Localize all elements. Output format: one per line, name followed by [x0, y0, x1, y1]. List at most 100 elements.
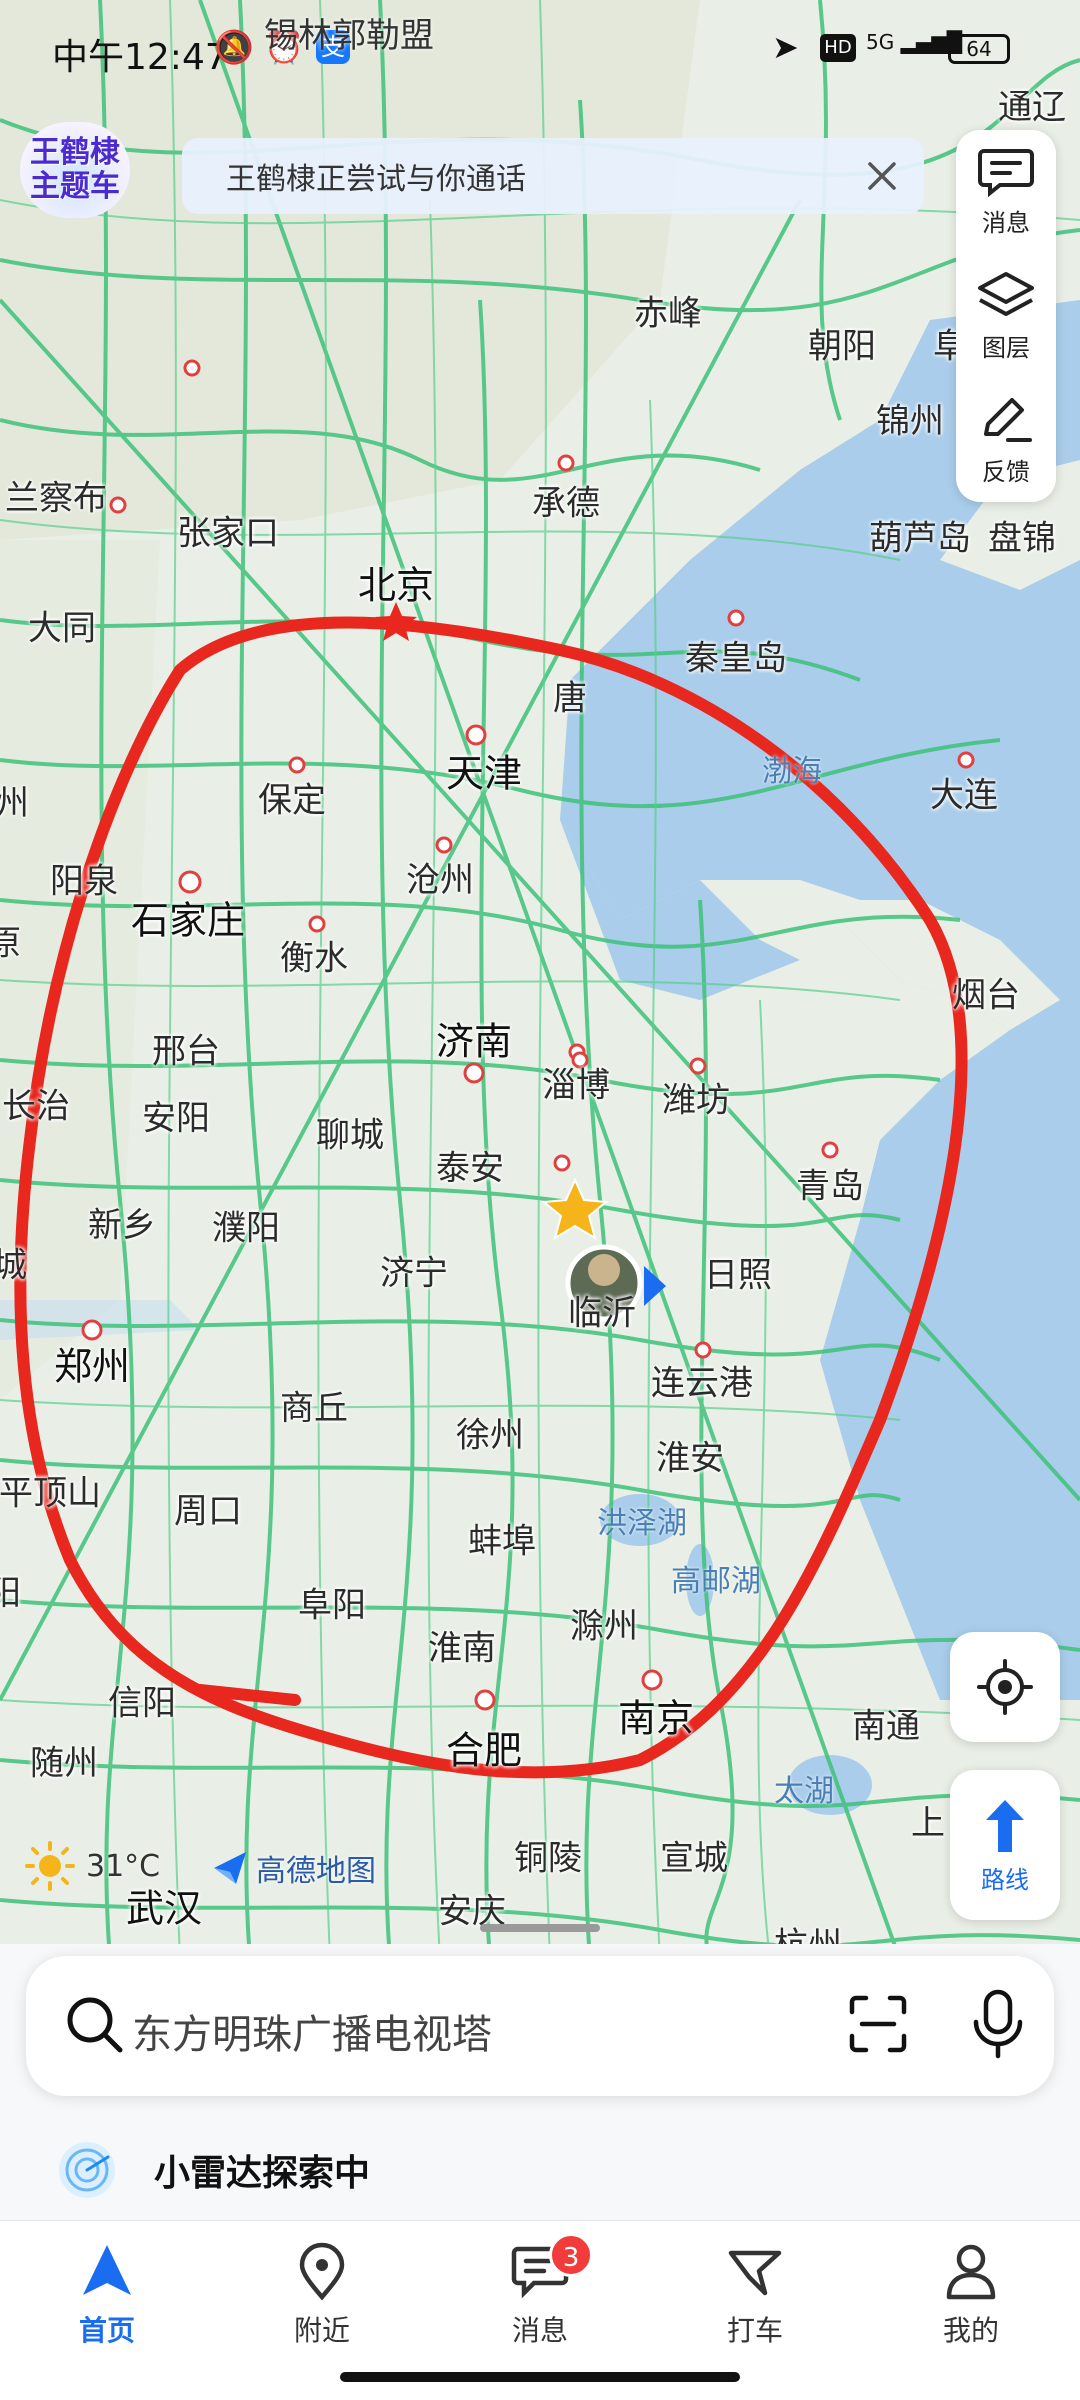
status-time: 中午12:47: [52, 37, 228, 78]
map-city-label[interactable]: 南京: [618, 1688, 694, 1743]
theme-car-badge[interactable]: 王鹤棣 主题车: [20, 122, 130, 218]
tab-home-label: 首页: [78, 2314, 135, 2347]
messages-tool-label: 消息: [982, 208, 1030, 237]
layers-icon: [978, 271, 1034, 316]
map-city-label[interactable]: 平顶山: [0, 1466, 101, 1515]
microphone-icon[interactable]: [970, 1988, 1026, 2060]
search-placeholder[interactable]: 东方明珠广播电视塔: [132, 2002, 492, 2060]
home-indicator[interactable]: [340, 2372, 740, 2382]
map-city-label[interactable]: 濮阳: [212, 1201, 280, 1250]
map-city-label[interactable]: 商丘: [280, 1381, 348, 1430]
map-city-label[interactable]: 济南: [436, 1011, 512, 1066]
tab-messages-label: 消息: [511, 2314, 568, 2347]
map-city-label[interactable]: 蚌埠: [468, 1514, 536, 1563]
map-city-label[interactable]: 上: [911, 1796, 945, 1845]
battery-icon: 64: [948, 34, 1010, 64]
map-city-label[interactable]: 保定: [258, 773, 326, 822]
map-city-label[interactable]: 长治: [2, 1079, 70, 1128]
tab-home[interactable]: 首页: [32, 2241, 182, 2361]
map-water-label: 洪泽湖: [597, 1506, 687, 1541]
close-icon[interactable]: [860, 154, 904, 198]
map-city-label[interactable]: 烟台: [952, 968, 1020, 1017]
navigation-arrow-icon: [83, 2245, 131, 2295]
map-city-label[interactable]: 合肥: [446, 1720, 522, 1775]
map-city-label[interactable]: 邢台: [152, 1024, 220, 1073]
feedback-tool-label: 反馈: [982, 457, 1030, 486]
map-city-label[interactable]: 衡水: [280, 931, 348, 980]
map-city-label[interactable]: 新乡: [88, 1198, 156, 1247]
map-city-label[interactable]: 天津: [446, 743, 522, 798]
map-city-label[interactable]: 淮南: [428, 1621, 496, 1670]
map-city-label[interactable]: 南通: [852, 1699, 920, 1748]
map-city-label[interactable]: 石家庄: [131, 890, 245, 945]
tab-profile-label: 我的: [942, 2314, 999, 2347]
map-city-label[interactable]: 承德: [532, 476, 600, 525]
map-city-label[interactable]: 泰安: [436, 1141, 504, 1190]
map-city-label[interactable]: 聊城: [316, 1108, 384, 1157]
tab-messages[interactable]: 3 消息: [465, 2233, 615, 2361]
mute-icon: 🔕: [214, 28, 254, 66]
map-city-label[interactable]: 日照: [704, 1248, 772, 1297]
feedback-tool-button[interactable]: 反馈: [956, 378, 1056, 502]
edit-pencil-icon: [984, 397, 1032, 442]
map-city-label[interactable]: 阜阳: [298, 1578, 366, 1627]
map-city-label[interactable]: 连云港: [651, 1356, 753, 1405]
weather-widget[interactable]: 31°C: [24, 1840, 160, 1892]
radar-icon: [59, 2142, 115, 2198]
map-canvas[interactable]: 通辽 赤峰 朝阳 阜 锦州 兰察布 张家口 承德 葫芦岛 盘锦 北京 大同 秦皇…: [0, 0, 1080, 1966]
map-city-label[interactable]: 北京: [358, 555, 434, 610]
amap-logo: 高德地图: [210, 1846, 376, 1890]
map-city-label[interactable]: 徐州: [456, 1408, 524, 1457]
map-city-label[interactable]: 赤峰: [634, 286, 702, 335]
map-city-label[interactable]: 济宁: [380, 1246, 448, 1295]
map-city-label[interactable]: 原: [0, 916, 21, 965]
search-bar[interactable]: 东方明珠广播电视塔: [26, 1956, 1054, 2096]
tab-nearby[interactable]: 附近: [247, 2241, 397, 2361]
map-city-label[interactable]: 州: [0, 776, 29, 825]
map-city-label[interactable]: 铜陵: [514, 1831, 582, 1880]
layers-tool-button[interactable]: 图层: [956, 254, 1056, 378]
scan-icon[interactable]: [846, 1992, 910, 2056]
map-city-label[interactable]: 青岛: [796, 1159, 864, 1208]
map-city-label[interactable]: 大同: [28, 601, 96, 650]
theme-badge-line2: 主题车: [30, 169, 120, 204]
map-city-label[interactable]: 沧州: [406, 853, 474, 902]
tab-taxi[interactable]: 打车: [680, 2241, 830, 2361]
map-city-label[interactable]: 临沂: [568, 1286, 636, 1335]
map-city-label[interactable]: 阳: [0, 1566, 21, 1615]
radar-explore-row[interactable]: 小雷达探索中: [0, 2120, 1080, 2220]
map-city-label[interactable]: 城: [0, 1238, 27, 1287]
map-city-label[interactable]: 淄博: [542, 1058, 610, 1107]
map-city-label[interactable]: 淮安: [656, 1431, 724, 1480]
route-arrow-icon: [986, 1799, 1024, 1852]
map-city-label[interactable]: 随州: [30, 1736, 98, 1785]
radar-label: 小雷达探索中: [154, 2153, 371, 2194]
map-city-label[interactable]: 朝阳: [808, 319, 876, 368]
map-city-label[interactable]: 郑州: [54, 1336, 130, 1391]
sheet-drag-handle[interactable]: [480, 1924, 600, 1932]
map-city-label[interactable]: 周口: [174, 1484, 242, 1533]
map-city-label[interactable]: 葫芦岛: [869, 511, 971, 560]
map-water-label: 太湖: [774, 1774, 834, 1809]
map-city-label[interactable]: 秦皇岛: [685, 631, 787, 680]
map-city-label[interactable]: 兰察布: [5, 471, 107, 520]
call-banner[interactable]: 王鹤棣正尝试与你通话: [182, 138, 924, 214]
map-city-label[interactable]: 滁州: [570, 1599, 638, 1648]
route-button-label: 路线: [981, 1865, 1029, 1894]
map-city-label[interactable]: 大连: [930, 768, 998, 817]
call-banner-text: 王鹤棣正尝试与你通话: [226, 162, 526, 197]
map-city-label[interactable]: 信阳: [108, 1676, 176, 1725]
map-city-label[interactable]: 张家口: [177, 506, 279, 555]
map-city-label[interactable]: 宣城: [660, 1831, 728, 1880]
map-city-label[interactable]: 盘锦: [988, 511, 1056, 560]
search-icon: [67, 1997, 123, 2053]
locate-me-button[interactable]: [950, 1632, 1060, 1742]
map-city-label[interactable]: 潍坊: [662, 1073, 730, 1122]
route-button[interactable]: 路线: [950, 1770, 1060, 1920]
messages-tool-button[interactable]: 消息: [956, 130, 1056, 254]
tab-profile[interactable]: 我的: [896, 2241, 1046, 2361]
map-city-label[interactable]: 唐: [553, 671, 587, 720]
map-city-label[interactable]: 锦州: [876, 394, 944, 443]
map-city-label[interactable]: 安阳: [142, 1091, 210, 1140]
map-city-label[interactable]: 阳泉: [50, 854, 118, 903]
